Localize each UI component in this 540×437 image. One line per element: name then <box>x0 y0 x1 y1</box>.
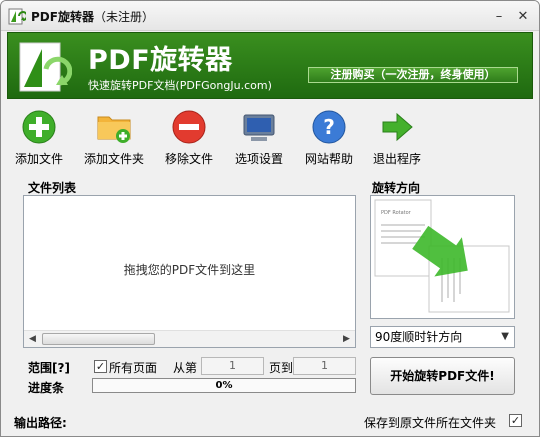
progress-bar: 0% <box>92 378 356 393</box>
exit-button[interactable]: 退出程序 <box>369 105 425 169</box>
close-button[interactable]: ✕ <box>516 10 530 24</box>
app-subtitle: 快速旋转PDF文档(PDFGongJu.com) <box>88 79 272 92</box>
app-title: PDF旋转器 <box>88 45 233 76</box>
progress-label: 进度条 <box>28 381 65 395</box>
toolbar: 添加文件 添加文件夹 移除文件 选项设置 ? 网站帮助 退出程序 <box>7 105 533 169</box>
drop-hint: 拖拽您的PDF文件到这里 <box>123 263 256 277</box>
start-rotate-button[interactable]: 开始旋转PDF文件! <box>370 357 515 395</box>
add-file-button[interactable]: 添加文件 <box>11 105 67 169</box>
rotation-heading: 旋转方向 <box>372 181 421 195</box>
rotation-preview-image: PDF Rotator <box>374 199 510 313</box>
add-folder-label: 添加文件夹 <box>83 152 144 166</box>
file-list-heading: 文件列表 <box>28 181 77 195</box>
exit-label: 退出程序 <box>372 152 421 166</box>
app-window: PDF旋转器（未注册） – ✕ PDF旋转器 快速旋转PDF文档(PDFGong… <box>0 0 540 437</box>
from-page-label: 从第 <box>173 361 198 375</box>
to-page-input[interactable]: 1 <box>293 357 356 375</box>
from-page-input[interactable]: 1 <box>201 357 264 375</box>
file-list-dropzone[interactable]: 拖拽您的PDF文件到这里 ◀ ▶ <box>23 195 356 348</box>
register-buy-button[interactable]: 注册购买（一次注册，终身使用） <box>308 67 518 83</box>
exit-arrow-icon <box>382 112 413 142</box>
save-same-folder-label: 保存到原文件所在文件夹 <box>364 416 497 430</box>
range-label: 范围[?] <box>28 361 70 375</box>
settings-monitor-icon <box>243 114 275 141</box>
remove-file-label: 移除文件 <box>164 152 213 166</box>
title-bar: PDF旋转器（未注册） – ✕ <box>1 1 539 31</box>
scroll-right-icon[interactable]: ▶ <box>339 332 354 346</box>
chevron-down-icon: ▼ <box>501 331 509 342</box>
add-file-label: 添加文件 <box>14 152 63 166</box>
website-help-button[interactable]: ? 网站帮助 <box>301 105 357 169</box>
all-pages-checkbox[interactable]: ✓ <box>94 360 107 373</box>
svg-text:?: ? <box>323 115 335 139</box>
remove-file-button[interactable]: 移除文件 <box>161 105 217 169</box>
scroll-left-icon[interactable]: ◀ <box>25 332 40 346</box>
horizontal-scrollbar[interactable]: ◀ ▶ <box>24 330 355 347</box>
add-icon <box>22 110 56 144</box>
all-pages-label: 所有页面 <box>109 361 158 375</box>
scrollbar-thumb[interactable] <box>42 333 155 345</box>
logo-icon <box>19 42 72 92</box>
options-button[interactable]: 选项设置 <box>231 105 287 169</box>
app-icon <box>8 8 26 25</box>
preview-page-label: PDF Rotator <box>381 210 412 216</box>
save-same-folder-checkbox[interactable]: ✓ <box>509 414 522 427</box>
add-folder-button[interactable]: 添加文件夹 <box>81 105 147 169</box>
rotation-direction-value: 90度顺时针方向 <box>375 330 463 344</box>
rotation-direction-select[interactable]: 90度顺时针方向 ▼ <box>370 326 515 348</box>
progress-text: 0% <box>215 380 233 391</box>
options-label: 选项设置 <box>234 152 283 166</box>
folder-add-icon <box>97 116 131 143</box>
app-banner: PDF旋转器 快速旋转PDF文档(PDFGongJu.com) 注册购买（一次注… <box>7 32 533 99</box>
website-help-label: 网站帮助 <box>304 152 353 166</box>
window-title: PDF旋转器（未注册） <box>31 8 154 25</box>
window-title-name: PDF旋转器 <box>31 10 94 24</box>
to-page-label: 页到 <box>269 361 294 375</box>
window-title-suffix: （未注册） <box>93 10 154 24</box>
rotation-preview: PDF Rotator <box>370 195 515 319</box>
output-path-label: 输出路径: <box>14 416 67 430</box>
remove-icon <box>172 110 206 144</box>
minimize-button[interactable]: – <box>492 10 506 24</box>
help-icon: ? <box>312 110 346 144</box>
